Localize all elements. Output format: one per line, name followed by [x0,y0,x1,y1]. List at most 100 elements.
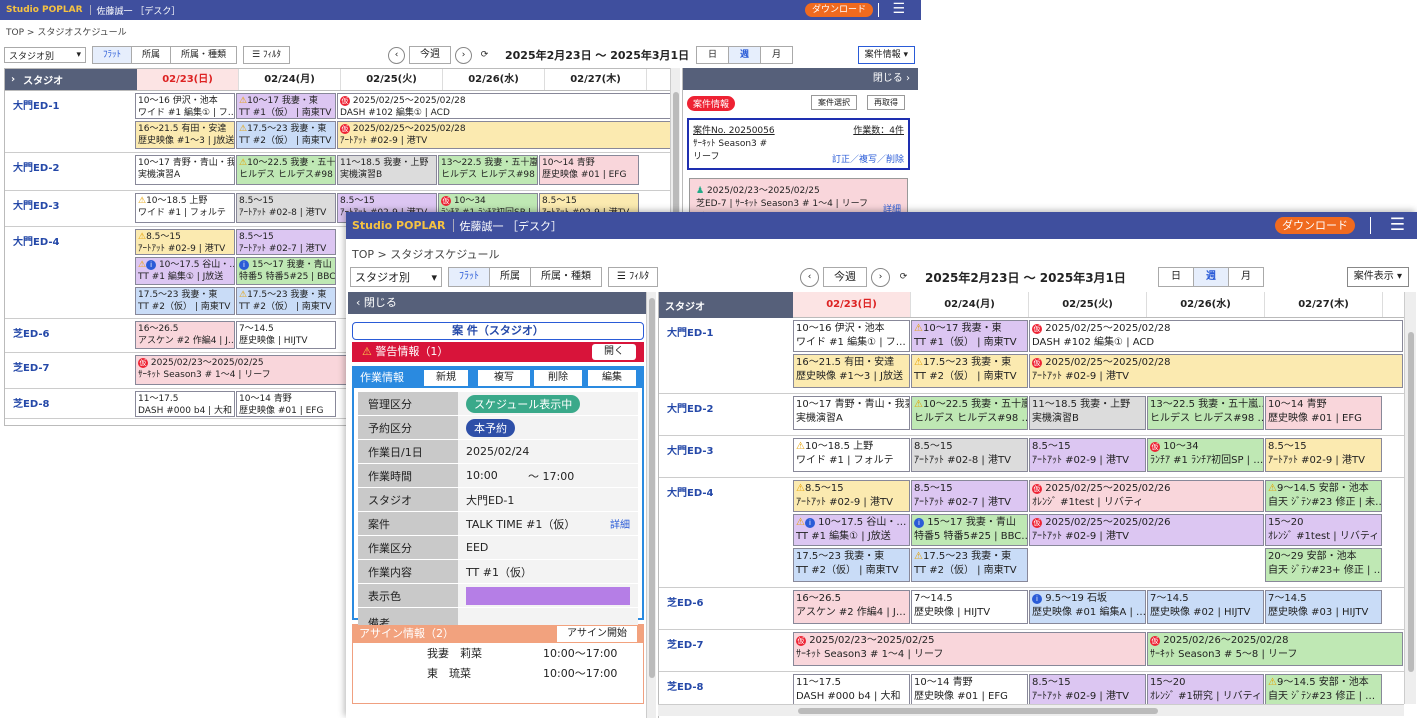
event-block[interactable]: 仮 2025/02/23～2025/02/25 ｻｰｷｯﾄ Season3 # 1… [793,632,1146,666]
view-select[interactable]: スタジオ別 ▾ [350,267,442,287]
view-select[interactable]: スタジオ別 ▾ [4,47,86,63]
panel-close-bar[interactable]: 閉じる › [683,68,918,90]
event-block[interactable]: 仮 2025/02/25～2025/02/28 DASH #102 編集① | A… [1029,320,1403,352]
group-flat-button[interactable]: ﾌﾗｯﾄ [93,47,133,63]
event-block[interactable]: 8.5～15 ｱｰﾄｱｯﾄ #02-9 | 港TV [1265,438,1382,472]
event-block[interactable]: 8.5～15 ｱｰﾄｱｯﾄ #02-9 | 港TV [1029,674,1146,708]
delete-button[interactable]: 削除 [534,370,582,386]
scroll-thumb[interactable] [1408,332,1414,672]
event-block[interactable]: 20～29 安部・池本 自天 ｼﾞﾃﾝ#23+ 修正 | … [1265,548,1382,582]
event-block[interactable]: i 15～17 我妻・青山 特番5 特番5#25 | BBC… [236,257,336,285]
scroll-thumb[interactable] [798,708,1158,714]
event-block[interactable]: 7～14.5 歴史映像 | HIJTV [236,321,336,349]
filter-button[interactable]: ☰ ﾌｨﾙﾀ [608,267,659,287]
studio-name[interactable]: 芝ED-7 [5,353,135,388]
event-block[interactable]: 15～20 ｵﾚﾝｼﾞ #1test | リバティ [1265,514,1382,546]
event-block[interactable]: 11～17.5 DASH #000 b4 | 大和 [793,674,910,708]
event-block[interactable]: ⚠10～22.5 我妻・五十嵐… ヒルデス ヒルデス#98 … [236,155,336,185]
event-block[interactable]: 7～14.5 歴史映像 #03 | HIJTV [1265,590,1382,624]
event-block[interactable]: 16～21.5 有田・安達 歴史映像 #1～3 | J放送 [135,121,235,149]
case-view-select[interactable]: 案件表示 ▾ [1346,267,1409,287]
event-block[interactable]: 10～17 青野・青山・我妻 実機演習A [135,155,235,185]
event-block[interactable]: ⚠ i 10～17.5 谷山・… TT #1 編集① | J放送 [135,257,235,285]
event-block[interactable]: 13～22.5 我妻・五十嵐… ヒルデス ヒルデス#98 … [1147,396,1264,430]
group-dept-type-button[interactable]: 所属・種類 [171,47,237,63]
event-block[interactable]: ⚠9～14.5 安部・池本 自天 ｼﾞﾃﾝ#23 修正 | … [1265,674,1382,708]
breadcrumb-top[interactable]: TOP [6,28,24,38]
event-block[interactable]: 仮 2025/02/25～2025/02/28 ｱｰﾄｱｯﾄ #02-9 | 港T… [1029,354,1403,388]
refresh-icon[interactable]: ⟳ [894,268,913,287]
event-block[interactable]: ⚠10～18.5 上野 ワイド #1 | フォルテ [135,193,235,223]
studio-name[interactable]: 大門ED-4 [659,478,793,587]
assignee-row[interactable]: 我妻 莉菜 10:00～17:00 [353,643,643,663]
event-block[interactable]: ⚠17.5～23 我妻・東 TT #2（仮） | 南東TV [911,354,1028,388]
event-block[interactable]: 8.5～15 ｱｰﾄｱｯﾄ #02-8 | 港TV [911,438,1028,472]
studio-name[interactable]: 芝ED-6 [5,319,135,352]
refetch-button[interactable]: 再取得 [867,95,905,110]
event-block[interactable]: ⚠8.5～15 ｱｰﾄｱｯﾄ #02-9 | 港TV [793,480,910,512]
event-block[interactable]: ⚠10～17 我妻・東 TT #1（仮） | 南東TV [236,93,336,119]
view-week-button[interactable]: 週 [729,47,762,63]
studio-name[interactable]: 大門ED-3 [659,436,793,477]
event-block[interactable]: ⚠17.5～23 我妻・東 TT #2（仮） | 南東TV [236,287,336,315]
event-block[interactable]: 16～26.5 アスケン #2 作編4 | J… [135,321,235,349]
hamburger-menu-icon[interactable]: ☰ [1390,215,1405,235]
event-block[interactable]: 11～18.5 我妻・上野 実機演習B [337,155,437,185]
event-block[interactable]: 仮 2025/02/25～2025/02/28 ｱｰﾄｱｯﾄ #02-9 | 港T… [337,121,677,149]
edit-button[interactable]: 編集 [588,370,636,386]
group-dept-type-button[interactable]: 所属・種類 [531,268,601,286]
assignee-row[interactable]: 東 琉菜 10:00～17:00 [353,663,643,683]
event-block[interactable]: ⚠8.5～15 ｱｰﾄｱｯﾄ #02-9 | 港TV [135,229,235,255]
studio-name[interactable]: 芝ED-7 [659,630,793,671]
event-block[interactable]: 8.5～15 ｱｰﾄｱｯﾄ #02-7 | 港TV [911,480,1028,512]
event-block[interactable]: 15～20 ｵﾚﾝｼﾞ #1研究 | リバティ [1147,674,1264,708]
breadcrumb-top[interactable]: TOP [352,248,374,261]
case-title-tab[interactable]: 案 件（スタジオ） [352,322,644,340]
case-detail-link[interactable]: 詳細 [610,516,630,531]
event-block[interactable]: 10～14 青野 歴史映像 #01 | EFG [1265,396,1382,430]
event-block[interactable]: 7～14.5 歴史映像 #02 | HIJTV [1147,590,1264,624]
event-block[interactable]: 7～14.5 歴史映像 | HIJTV [911,590,1028,624]
prev-week-icon[interactable]: ‹ [388,46,405,64]
event-block[interactable]: 10～14 青野 歴史映像 #01 | EFG [911,674,1028,708]
download-button[interactable]: ダウンロード [805,3,873,17]
refresh-icon[interactable]: ⟳ [476,47,493,64]
horizontal-scrollbar[interactable] [658,704,1404,716]
studio-name[interactable]: 芝ED-8 [5,389,135,418]
view-day-button[interactable]: 日 [697,47,730,63]
event-block[interactable]: 10～17 青野・青山・我妻 実機演習A [793,396,910,430]
download-button[interactable]: ダウンロード [1275,217,1355,234]
event-block[interactable]: 10～14 青野 歴史映像 #01 | EFG [539,155,639,185]
open-warning-button[interactable]: 開く [592,344,636,360]
hamburger-menu-icon[interactable]: ☰ [892,1,905,17]
event-block[interactable]: ⚠17.5～23 我妻・東 TT #2（仮） | 南東TV [236,121,336,149]
copy-button[interactable]: 複写 [478,370,530,386]
event-block[interactable]: 13～22.5 我妻・五十嵐… ヒルデス ヒルデス#98 … [438,155,538,185]
group-flat-button[interactable]: ﾌﾗｯﾄ [449,268,490,286]
group-dept-button[interactable]: 所属 [490,268,531,286]
case-info-select[interactable]: 案件情報 ▾ [857,46,915,64]
new-button[interactable]: 新規 [424,370,468,386]
event-block[interactable]: ⚠9～14.5 安部・池本 自天 ｼﾞﾃﾝ#23 修正 | 未… [1265,480,1382,512]
event-block[interactable]: ⚠10～18.5 上野 ワイド #1 | フォルテ [793,438,910,472]
studio-name[interactable]: 大門ED-2 [5,153,135,190]
event-block[interactable]: 仮 10～34 ﾗﾝﾁｱ #1 ﾗﾝﾁｱ初回SP | … [1147,438,1264,472]
view-day-button[interactable]: 日 [1159,268,1194,286]
studio-name[interactable]: 大門ED-4 [5,227,135,318]
next-week-icon[interactable]: › [871,267,890,287]
this-week-button[interactable]: 今週 [409,46,451,64]
event-block[interactable]: ⚠10～17 我妻・東 TT #1（仮） | 南東TV [911,320,1028,352]
event-block[interactable]: 17.5～23 我妻・東 TT #2（仮） | 南東TV [135,287,235,315]
assign-start-button[interactable]: アサイン開始 [557,626,637,642]
event-block[interactable]: 10～14 青野 歴史映像 #01 | EFG [236,391,336,417]
event-block[interactable]: i 15～17 我妻・青山 特番5 特番5#25 | BBC… [911,514,1028,546]
studio-name[interactable]: 大門ED-1 [5,91,135,152]
event-block[interactable]: 10～16 伊沢・池本 ワイド #1 編集① | フ… [135,93,235,119]
case-actions[interactable]: 訂正／複写／削除 [832,152,904,165]
studio-name[interactable]: 大門ED-1 [659,318,793,393]
scroll-thumb[interactable] [649,298,655,678]
event-block[interactable]: 8.5～15 ｱｰﾄｱｯﾄ #02-8 | 港TV [236,193,336,223]
event-block[interactable]: ⚠ i 10～17.5 谷山・… TT #1 編集① | J放送 [793,514,910,546]
view-month-button[interactable]: 月 [761,47,792,63]
event-block[interactable]: ⚠17.5～23 我妻・東 TT #2（仮） | 南東TV [911,548,1028,582]
